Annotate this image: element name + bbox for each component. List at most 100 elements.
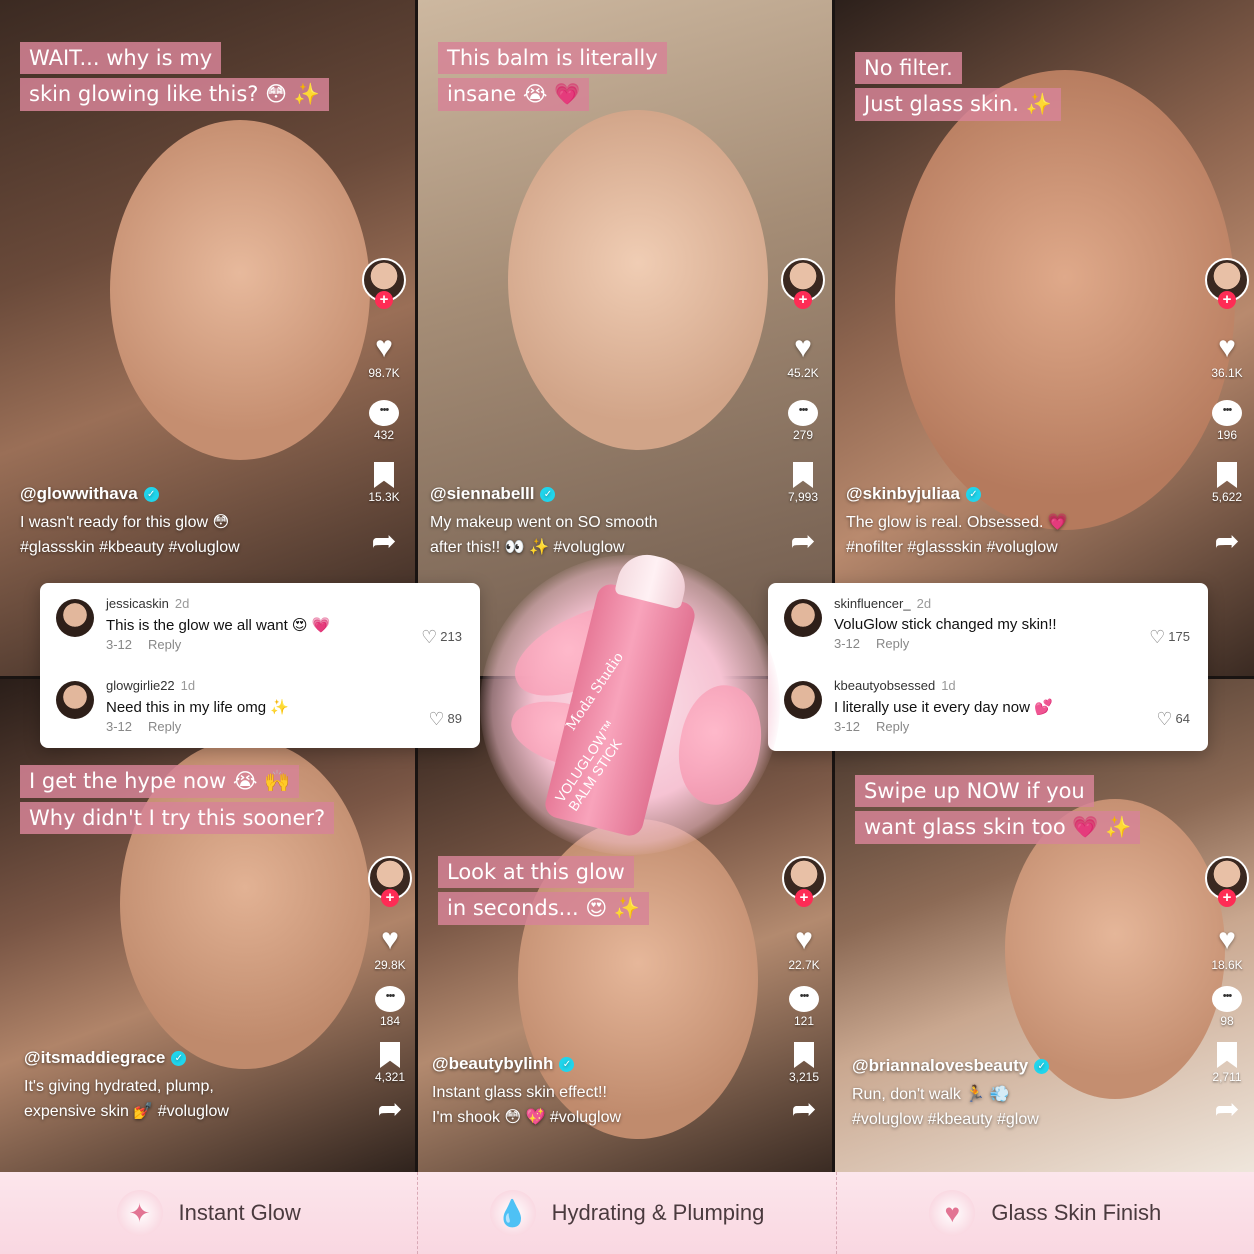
follow-plus-icon[interactable]: + — [795, 889, 813, 907]
creator-handle[interactable]: @siennabelll — [430, 484, 534, 504]
comment-age: 1d — [941, 678, 956, 693]
comment-icon[interactable] — [375, 986, 405, 1012]
commenter-username[interactable]: glowgirlie22 — [106, 678, 175, 693]
video-meta: @skinbyjuliaa ✓ The glow is real. Obsesse… — [846, 484, 1068, 560]
creator-avatar[interactable]: + — [368, 856, 412, 907]
bookmark-icon[interactable] — [1216, 1042, 1237, 1068]
video-description: The glow is real. Obsessed. 💗 — [846, 514, 1068, 531]
commenter-username[interactable]: skinfluencer_ — [834, 596, 911, 611]
video-hashtags[interactable]: #voluglow #kbeauty #glow — [852, 1107, 1049, 1132]
comment-box-right: skinfluencer_ 2d VoluGlow stick changed m… — [768, 583, 1208, 751]
action-rail: + ♥ 45.2K 279 7,993 ➦ — [776, 258, 830, 559]
comment-item: jessicaskin 2d This is the glow we all wa… — [56, 595, 462, 677]
creator-handle[interactable]: @glowwithava — [20, 484, 138, 504]
like-heart-icon[interactable]: ♥ — [1218, 332, 1236, 364]
video-description: Run, don't walk 🏃 💨 — [852, 1086, 1010, 1103]
comment-icon[interactable] — [369, 400, 399, 426]
action-rail: + ♥ 98.7K 432 15.3K ➦ — [357, 258, 411, 559]
save-count: 5,622 — [1211, 490, 1243, 504]
like-heart-icon[interactable]: ♥ — [375, 332, 393, 364]
video-meta: @beautybylinh ✓ Instant glass skin effect… — [432, 1054, 621, 1130]
like-heart-icon[interactable]: ♥ — [795, 924, 813, 956]
video-hashtags[interactable]: #nofilter #glassskin #voluglow — [846, 535, 1068, 560]
creator-avatar[interactable]: + — [1205, 258, 1249, 309]
feature-instant-glow: ✦ Instant Glow — [0, 1172, 417, 1254]
comment-age: 2d — [174, 596, 190, 611]
reply-button[interactable]: Reply — [148, 719, 181, 734]
comment-like-count: 213 — [440, 629, 462, 644]
comment-like-icon[interactable]: ♡ — [1156, 709, 1172, 729]
creator-avatar[interactable]: + — [782, 856, 826, 907]
video-meta: @siennabelll ✓ My makeup went on SO smoot… — [430, 484, 658, 560]
creator-avatar[interactable]: + — [362, 258, 406, 309]
commenter-avatar[interactable] — [56, 599, 94, 637]
follow-plus-icon[interactable]: + — [794, 291, 812, 309]
verified-badge-icon: ✓ — [559, 1056, 575, 1072]
bookmark-icon[interactable] — [380, 1042, 400, 1068]
bookmark-icon[interactable] — [794, 1042, 814, 1068]
comment-text: Need this in my life omg ✨ — [106, 699, 289, 716]
follow-plus-icon[interactable]: + — [381, 889, 399, 907]
like-heart-icon[interactable]: ♥ — [381, 924, 399, 956]
comment-item: skinfluencer_ 2d VoluGlow stick changed m… — [784, 595, 1190, 677]
commenter-avatar[interactable] — [784, 599, 822, 637]
follow-plus-icon[interactable]: + — [1218, 889, 1236, 907]
comment-icon[interactable] — [788, 400, 818, 426]
comment-icon[interactable] — [1212, 400, 1242, 426]
video-hashtags[interactable]: #glassskin #kbeauty #voluglow — [20, 535, 240, 560]
bookmark-icon[interactable] — [793, 462, 813, 488]
comment-like-icon[interactable]: ♡ — [421, 627, 437, 647]
comment-text: I literally use it every day now 💕 — [834, 699, 1053, 716]
comment-like-icon[interactable]: ♡ — [428, 709, 444, 729]
bookmark-icon[interactable] — [373, 462, 394, 488]
reply-button[interactable]: Reply — [876, 636, 909, 651]
video-caption: Swipe up NOW if you want glass skin too … — [855, 775, 1141, 848]
comment-like-icon[interactable]: ♡ — [1149, 627, 1165, 647]
reply-button[interactable]: Reply — [876, 719, 909, 734]
feature-label: Instant Glow — [178, 1200, 301, 1225]
share-icon[interactable]: ➦ — [1214, 524, 1239, 559]
share-icon[interactable]: ➦ — [377, 1092, 402, 1127]
creator-handle[interactable]: @briannalovesbeauty — [852, 1056, 1028, 1076]
video-hashtags[interactable]: expensive skin 💅 #voluglow — [24, 1099, 229, 1124]
verified-badge-icon: ✓ — [965, 486, 981, 502]
commenter-avatar[interactable] — [784, 681, 822, 719]
video-hashtags[interactable]: I'm shook 😳 💖 #voluglow — [432, 1105, 621, 1130]
creator-handle[interactable]: @skinbyjuliaa — [846, 484, 960, 504]
share-icon[interactable]: ➦ — [1214, 1092, 1239, 1127]
commenter-avatar[interactable] — [56, 681, 94, 719]
follow-plus-icon[interactable]: + — [1218, 291, 1236, 309]
like-count: 36.1K — [1211, 366, 1243, 380]
like-count: 29.8K — [374, 958, 406, 972]
share-icon[interactable]: ➦ — [790, 524, 815, 559]
creator-handle[interactable]: @beautybylinh — [432, 1054, 553, 1074]
like-heart-icon[interactable]: ♥ — [1218, 924, 1236, 956]
like-heart-icon[interactable]: ♥ — [794, 332, 812, 364]
share-icon[interactable]: ➦ — [791, 1092, 816, 1127]
comment-icon[interactable] — [789, 986, 819, 1012]
creator-handle[interactable]: @itsmaddiegrace — [24, 1048, 165, 1068]
save-count: 15.3K — [368, 490, 400, 504]
comment-date: 3-12 — [106, 637, 133, 652]
follow-plus-icon[interactable]: + — [375, 291, 393, 309]
video-meta: @itsmaddiegrace ✓ It's giving hydrated, p… — [24, 1048, 229, 1124]
action-rail: + ♥ 29.8K 184 4,321 ➦ — [363, 856, 417, 1127]
video-meta: @briannalovesbeauty ✓ Run, don't walk 🏃 💨… — [852, 1056, 1050, 1132]
bookmark-icon[interactable] — [1217, 462, 1237, 488]
video-meta: @glowwithava ✓ I wasn't ready for this gl… — [20, 484, 240, 560]
comment-text: This is the glow we all want 😍 💗 — [106, 617, 331, 634]
commenter-username[interactable]: jessicaskin — [106, 596, 169, 611]
comment-count: 432 — [373, 428, 395, 442]
share-icon[interactable]: ➦ — [371, 524, 396, 559]
reply-button[interactable]: Reply — [148, 637, 181, 652]
creator-avatar[interactable]: + — [1205, 856, 1249, 907]
like-count: 45.2K — [787, 366, 819, 380]
commenter-username[interactable]: kbeautyobsessed — [834, 678, 935, 693]
verified-badge-icon: ✓ — [1034, 1058, 1050, 1074]
video-description: Instant glass skin effect!! — [432, 1084, 607, 1101]
video-tile-glowwithava[interactable]: WAIT... why is my skin glowing like this… — [0, 0, 415, 676]
comment-count: 196 — [1216, 428, 1238, 442]
creator-avatar[interactable]: + — [781, 258, 825, 309]
video-tile-skinbyjuliaa[interactable]: No filter. Just glass skin. ✨ — [835, 0, 1254, 676]
comment-icon[interactable] — [1212, 986, 1242, 1012]
